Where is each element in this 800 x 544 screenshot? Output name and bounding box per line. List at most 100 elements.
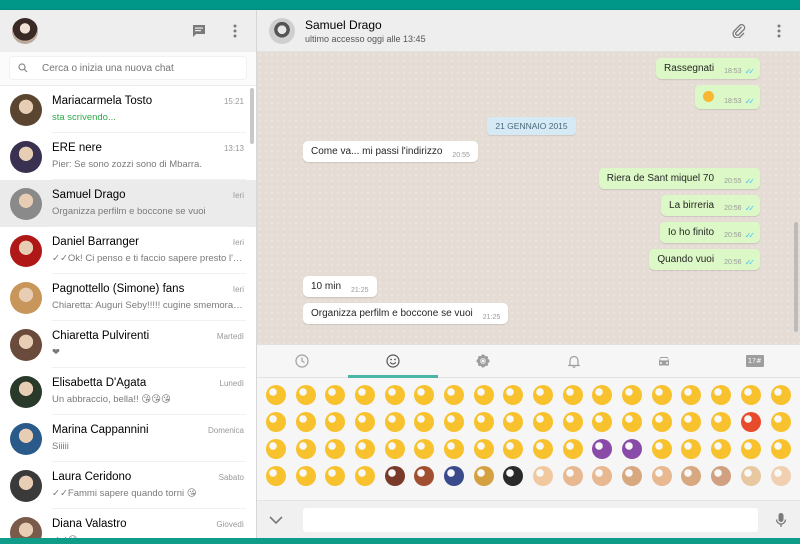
emoji-button[interactable]	[677, 435, 707, 462]
emoji-button[interactable]	[499, 408, 529, 435]
emoji-button[interactable]	[350, 381, 380, 408]
emoji-button[interactable]	[528, 435, 558, 462]
emoji-button[interactable]	[291, 435, 321, 462]
emoji-button[interactable]	[647, 381, 677, 408]
tab-symbols[interactable]: 1?#	[710, 345, 800, 377]
incoming-message[interactable]: Organizza perfilm e boccone se vuoi 21:25	[303, 303, 509, 324]
emoji-button[interactable]	[469, 435, 499, 462]
chat-item[interactable]: ERE nere 13:13 Pier: Se sono zozzi sono di…	[0, 133, 256, 180]
outgoing-message[interactable]: Quando vuoi 20:56 ✓✓	[649, 249, 760, 270]
emoji-button[interactable]	[706, 435, 736, 462]
chat-item[interactable]: Marina Cappannini Domenica Siiiii	[0, 415, 256, 462]
emoji-button[interactable]	[409, 462, 439, 489]
chat-item[interactable]: Elisabetta D'Agata Lunedì Un abbraccio, be…	[0, 368, 256, 415]
emoji-button[interactable]	[558, 435, 588, 462]
emoji-button[interactable]	[439, 462, 469, 489]
tab-nature[interactable]	[438, 345, 529, 377]
emoji-button[interactable]	[736, 408, 766, 435]
emoji-button[interactable]	[380, 381, 410, 408]
emoji-button[interactable]	[380, 435, 410, 462]
emoji-button[interactable]	[320, 381, 350, 408]
emoji-button[interactable]	[439, 435, 469, 462]
new-chat-icon[interactable]	[190, 22, 208, 40]
search-input[interactable]	[42, 62, 238, 74]
emoji-button[interactable]	[647, 408, 677, 435]
chat-item[interactable]: Mariacarmela Tosto 15:21 sta scrivendo...	[0, 86, 256, 133]
emoji-button[interactable]	[409, 435, 439, 462]
emoji-button[interactable]	[647, 462, 677, 489]
emoji-button[interactable]	[261, 435, 291, 462]
menu-icon[interactable]	[226, 22, 244, 40]
emoji-button[interactable]	[409, 408, 439, 435]
emoji-button[interactable]	[766, 435, 796, 462]
emoji-button[interactable]	[558, 381, 588, 408]
conversation-header[interactable]: Samuel Drago ultimo accesso oggi alle 13…	[257, 10, 800, 52]
tab-objects[interactable]	[529, 345, 620, 377]
chat-item[interactable]: Samuel Drago Ieri Organizza perfilm e bocc…	[0, 180, 256, 227]
emoji-button[interactable]	[766, 381, 796, 408]
emoji-button[interactable]	[350, 408, 380, 435]
emoji-button[interactable]	[469, 381, 499, 408]
emoji-button[interactable]	[617, 435, 647, 462]
emoji-button[interactable]	[736, 381, 766, 408]
chat-list[interactable]: Mariacarmela Tosto 15:21 sta scrivendo... E…	[0, 86, 256, 538]
tab-recent[interactable]	[257, 345, 348, 377]
chat-item[interactable]: Diana ValastroGiovedì✓✓😘	[0, 509, 256, 538]
chat-item[interactable]: Daniel Barranger Ieri ✓✓Ok! Ci penso e ti …	[0, 227, 256, 274]
emoji-button[interactable]	[528, 408, 558, 435]
emoji-button[interactable]	[588, 408, 618, 435]
emoji-button[interactable]	[588, 435, 618, 462]
tab-smileys[interactable]	[347, 345, 439, 378]
microphone-icon[interactable]	[772, 511, 790, 529]
emoji-button[interactable]	[261, 381, 291, 408]
emoji-button[interactable]	[350, 462, 380, 489]
outgoing-message[interactable]: Io ho finito 20:56 ✓✓	[659, 222, 760, 243]
emoji-button[interactable]	[499, 381, 529, 408]
message-input[interactable]	[303, 507, 758, 532]
emoji-button[interactable]	[499, 462, 529, 489]
emoji-button[interactable]	[736, 462, 766, 489]
emoji-button[interactable]	[261, 408, 291, 435]
emoji-button[interactable]	[350, 435, 380, 462]
emoji-button[interactable]	[766, 462, 796, 489]
emoji-button[interactable]	[469, 462, 499, 489]
tab-travel[interactable]	[619, 345, 710, 377]
emoji-button[interactable]	[380, 408, 410, 435]
emoji-button[interactable]	[617, 462, 647, 489]
incoming-message[interactable]: 10 min 21:25	[303, 276, 377, 297]
outgoing-message[interactable]: Riera de Sant miquel 70 20:55 ✓✓	[598, 168, 760, 189]
emoji-button[interactable]	[558, 462, 588, 489]
emoji-button[interactable]	[320, 408, 350, 435]
emoji-button[interactable]	[409, 381, 439, 408]
emoji-button[interactable]	[499, 435, 529, 462]
emoji-button[interactable]	[439, 381, 469, 408]
emoji-button[interactable]	[677, 462, 707, 489]
emoji-button[interactable]	[558, 408, 588, 435]
emoji-button[interactable]	[439, 408, 469, 435]
search-box[interactable]	[10, 57, 246, 79]
outgoing-message[interactable]: 18:53 ✓✓	[695, 85, 760, 109]
emoji-button[interactable]	[380, 462, 410, 489]
emoji-button[interactable]	[617, 408, 647, 435]
emoji-button[interactable]	[528, 462, 558, 489]
emoji-button[interactable]	[588, 381, 618, 408]
emoji-button[interactable]	[736, 435, 766, 462]
conversation-menu-icon[interactable]	[770, 22, 788, 40]
chat-item[interactable]: Laura Ceridono Sabato ✓✓Fammi sapere quand…	[0, 462, 256, 509]
contact-avatar[interactable]	[269, 17, 295, 44]
chevron-down-icon[interactable]	[267, 511, 285, 529]
emoji-button[interactable]	[320, 435, 350, 462]
conversation-scrollbar[interactable]	[794, 222, 798, 332]
emoji-button[interactable]	[291, 381, 321, 408]
incoming-message[interactable]: Come va... mi passi l'indirizzo 20:55	[303, 141, 478, 162]
emoji-button[interactable]	[677, 408, 707, 435]
emoji-button[interactable]	[617, 381, 647, 408]
emoji-button[interactable]	[706, 381, 736, 408]
emoji-button[interactable]	[469, 408, 499, 435]
emoji-button[interactable]	[320, 462, 350, 489]
chat-item[interactable]: Chiaretta Pulvirenti Martedì ❤	[0, 321, 256, 368]
chat-item[interactable]: Pagnottello (Simone) fans Ieri Chiaretta: …	[0, 274, 256, 321]
attach-icon[interactable]	[730, 22, 748, 40]
my-avatar[interactable]	[12, 18, 38, 44]
emoji-button[interactable]	[291, 462, 321, 489]
